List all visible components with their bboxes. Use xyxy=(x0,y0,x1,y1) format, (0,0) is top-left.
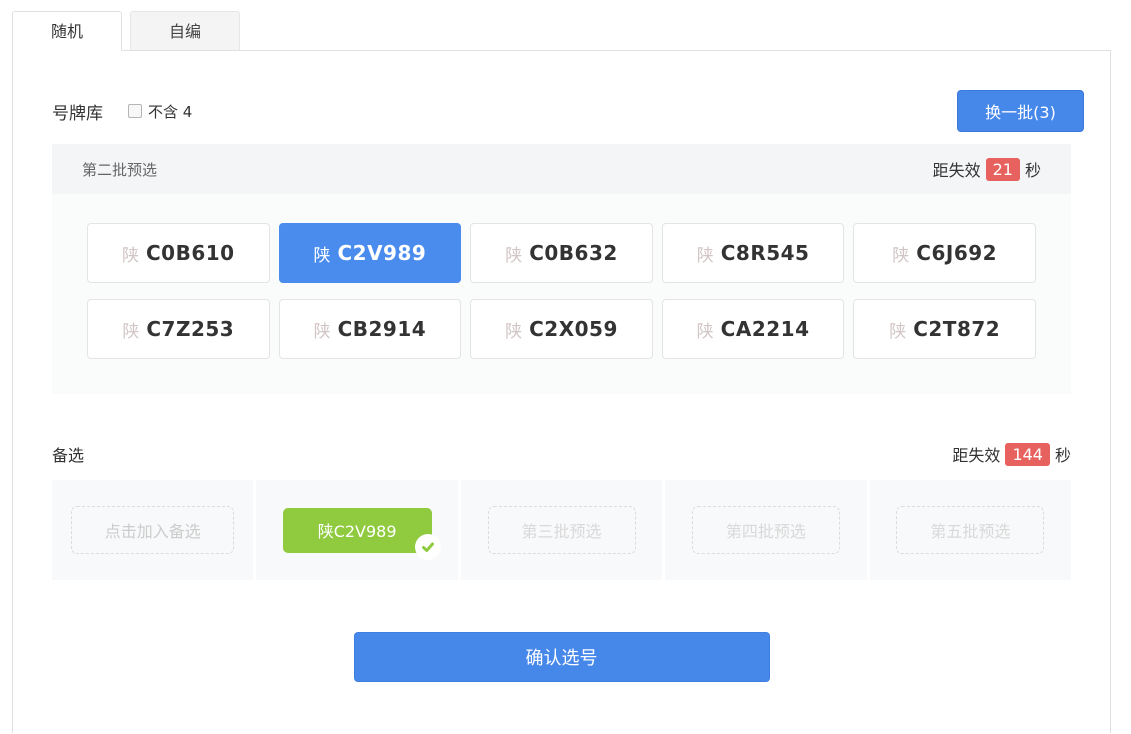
refresh-batch-button[interactable]: 换一批(3) xyxy=(957,90,1084,132)
alternative-slot-cell: 第五批预选 xyxy=(870,480,1071,580)
alternatives-expiry: 距失效 144 秒 xyxy=(952,442,1071,466)
batch-expiry: 距失效 21 秒 xyxy=(933,157,1041,181)
batch4-placeholder-slot: 第四批预选 xyxy=(692,506,840,554)
plate-province: 陕 xyxy=(122,317,139,342)
plate-option[interactable]: 陕 CB2914 xyxy=(279,299,462,359)
alternative-slot-cell: 第三批预选 xyxy=(461,480,662,580)
batch-body: 陕 C0B610 陕 C2V989 陕 C0B632 陕 C8R545 xyxy=(52,194,1071,394)
plate-number: C0B610 xyxy=(146,241,235,265)
plate-province: 陕 xyxy=(505,317,522,342)
plate-option[interactable]: 陕 C0B610 xyxy=(87,223,270,283)
plate-number: C2V989 xyxy=(337,241,426,265)
tab-panel: 号牌库 不含 4 换一批(3) 第二批预选 距失效 21 秒 陕 xyxy=(12,50,1111,733)
alternative-slot-cell: 第四批预选 xyxy=(665,480,866,580)
alternatives-title: 备选 xyxy=(52,442,84,466)
alternatives-header: 备选 距失效 144 秒 xyxy=(52,442,1071,466)
plate-province: 陕 xyxy=(313,241,330,266)
expiry-prefix: 距失效 xyxy=(933,157,981,181)
plate-option[interactable]: 陕 C2X059 xyxy=(470,299,653,359)
plate-province: 陕 xyxy=(505,241,522,266)
plate-province: 陕 xyxy=(122,241,139,266)
plate-option[interactable]: 陕 C2T872 xyxy=(853,299,1036,359)
plate-province: 陕 xyxy=(889,317,906,342)
alternative-slot-cell: 点击加入备选 xyxy=(52,480,253,580)
pool-title: 号牌库 xyxy=(52,99,103,124)
plate-province: 陕 xyxy=(314,317,331,342)
plate-number: CA2214 xyxy=(721,317,810,341)
alternative-selected-plate[interactable]: 陕C2V989 xyxy=(283,508,432,553)
plate-number: C0B632 xyxy=(529,241,618,265)
plate-number: C6J692 xyxy=(916,241,997,265)
plate-option[interactable]: 陕 C7Z253 xyxy=(87,299,270,359)
batch-section: 第二批预选 距失效 21 秒 陕 C0B610 陕 C2V989 xyxy=(52,144,1071,394)
pool-header-row: 号牌库 不含 4 换一批(3) xyxy=(52,90,1084,132)
expiry-prefix: 距失效 xyxy=(952,442,1000,466)
plate-grid: 陕 C0B610 陕 C2V989 陕 C0B632 陕 C8R545 xyxy=(87,223,1036,359)
alternatives-countdown-badge: 144 xyxy=(1005,443,1050,466)
expiry-suffix: 秒 xyxy=(1025,157,1041,181)
plate-number: CB2914 xyxy=(338,317,427,341)
plate-province: 陕 xyxy=(892,241,909,266)
batch-title: 第二批预选 xyxy=(82,159,157,180)
check-icon xyxy=(415,534,441,560)
exclude-4-filter[interactable]: 不含 4 xyxy=(128,101,192,122)
plate-number: C8R545 xyxy=(721,241,810,265)
plate-option-selected[interactable]: 陕 C2V989 xyxy=(279,223,462,283)
plate-number: C2X059 xyxy=(529,317,618,341)
plate-option[interactable]: 陕 C6J692 xyxy=(853,223,1036,283)
plate-number: C2T872 xyxy=(913,317,1000,341)
exclude-4-label: 不含 4 xyxy=(148,101,192,122)
plate-province: 陕 xyxy=(697,317,714,342)
batch3-placeholder-slot: 第三批预选 xyxy=(488,506,636,554)
batch-countdown-badge: 21 xyxy=(986,158,1020,181)
tab-custom[interactable]: 自编 xyxy=(130,11,240,51)
tab-bar: 随机 自编 xyxy=(12,11,1111,51)
tab-random[interactable]: 随机 xyxy=(12,11,122,51)
plate-number: C7Z253 xyxy=(146,317,234,341)
batch5-placeholder-slot: 第五批预选 xyxy=(896,506,1044,554)
plate-selection-app: 随机 自编 号牌库 不含 4 换一批(3) 第二批预选 距失效 21 秒 xyxy=(12,11,1111,733)
batch-header: 第二批预选 距失效 21 秒 xyxy=(52,144,1071,194)
plate-province: 陕 xyxy=(697,241,714,266)
exclude-4-checkbox[interactable] xyxy=(128,104,142,118)
add-to-alternatives-button[interactable]: 点击加入备选 xyxy=(71,506,234,554)
expiry-suffix: 秒 xyxy=(1055,442,1071,466)
alternative-slot-cell: 陕C2V989 xyxy=(256,480,457,580)
plate-option[interactable]: 陕 C8R545 xyxy=(662,223,845,283)
alternatives-row: 点击加入备选 陕C2V989 第三批预选 第四批预选 第五 xyxy=(52,480,1071,580)
alternative-plate-label: 陕C2V989 xyxy=(318,518,397,542)
plate-option[interactable]: 陕 C0B632 xyxy=(470,223,653,283)
confirm-selection-button[interactable]: 确认选号 xyxy=(354,632,770,682)
plate-option[interactable]: 陕 CA2214 xyxy=(662,299,845,359)
